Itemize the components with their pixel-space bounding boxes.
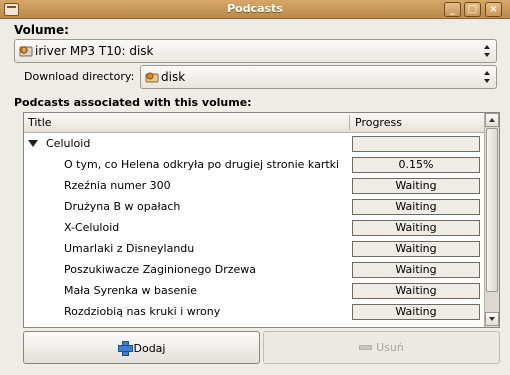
podcast-title: O tym, co Helena odkryła po drugiej stro…	[64, 158, 340, 171]
table-row[interactable]: O tym, co Helena odkryła po drugiej stro…	[24, 155, 484, 176]
remove-button-label: Usuń	[376, 341, 404, 354]
vertical-scrollbar[interactable]	[484, 113, 499, 327]
podcast-title: Drużyna B w opałach	[64, 200, 181, 213]
column-header-title[interactable]: Title	[28, 116, 52, 129]
podcast-title: Rozdziobią nas kruki i wrony	[64, 305, 221, 318]
scroll-down-arrow-icon[interactable]	[485, 312, 499, 326]
combo-arrows-icon	[484, 45, 490, 57]
podcast-progress: Waiting	[352, 220, 480, 236]
podcast-progress: Waiting	[352, 283, 480, 299]
close-button[interactable]: ×	[485, 2, 502, 17]
device-drive-icon: !	[19, 46, 33, 57]
volume-value: iriver MP3 T10: disk	[35, 44, 154, 58]
download-directory-combo[interactable]: disk	[140, 65, 497, 89]
group-name: Celuloid	[46, 137, 91, 150]
table-row[interactable]: Rozdziobią nas kruki i wrony Waiting	[24, 302, 484, 323]
table-row[interactable]: Rzeźnia numer 300 Waiting	[24, 176, 484, 197]
tree-group-row[interactable]: Celuloid	[24, 134, 484, 155]
add-icon	[117, 341, 133, 356]
scroll-up-arrow-icon[interactable]	[485, 113, 499, 127]
download-directory-value: disk	[161, 70, 186, 84]
minimize-button[interactable]: _	[444, 2, 461, 17]
podcast-progress: Waiting	[352, 178, 480, 194]
table-row[interactable]: Umarlaki z Disneylandu Waiting	[24, 239, 484, 260]
title-bar[interactable]: Podcasts _ □ ×	[0, 0, 510, 19]
remove-button[interactable]: Usuń	[263, 331, 500, 364]
podcast-progress: Waiting	[352, 304, 480, 320]
window-title: Podcasts	[227, 2, 283, 15]
svg-text:!: !	[23, 48, 25, 54]
podcast-title: Umarlaki z Disneylandu	[64, 242, 195, 255]
table-row[interactable]: Mała Syrenka w basenie Waiting	[24, 281, 484, 302]
add-button[interactable]: Dodaj	[23, 331, 260, 364]
table-row[interactable]: Poszukiwacze Zaginionego Drzewa Waiting	[24, 260, 484, 281]
podcast-progress: 0.15%	[352, 157, 480, 173]
podcast-title: X-Celuloid	[64, 221, 120, 234]
tree-header: Title Progress	[24, 113, 484, 133]
podcast-progress: Waiting	[352, 199, 480, 215]
maximize-button[interactable]: □	[464, 2, 481, 17]
podcast-progress: Waiting	[352, 241, 480, 257]
group-progress	[352, 136, 480, 152]
scrollbar-thumb[interactable]	[486, 128, 498, 292]
add-button-label: Dodaj	[133, 342, 166, 355]
expander-open-icon[interactable]	[28, 140, 38, 147]
table-row[interactable]: X-Celuloid Waiting	[24, 218, 484, 239]
podcast-title: Poszukiwacze Zaginionego Drzewa	[64, 263, 256, 276]
remove-icon	[359, 345, 373, 350]
volume-label: Volume:	[14, 23, 69, 37]
download-directory-label: Download directory:	[24, 70, 135, 83]
volume-combo[interactable]: ! iriver MP3 T10: disk	[14, 39, 497, 63]
podcast-progress: Waiting	[352, 262, 480, 278]
podcasts-tree[interactable]: Title Progress Celuloid O tym, co Helena…	[23, 112, 500, 328]
combo-arrows-icon	[484, 71, 490, 83]
table-row[interactable]: Drużyna B w opałach Waiting	[24, 197, 484, 218]
folder-drive-icon	[145, 72, 159, 83]
podcast-title: Rzeźnia numer 300	[64, 179, 171, 192]
podcast-title: Mała Syrenka w basenie	[64, 284, 198, 297]
podcasts-section-label: Podcasts associated with this volume:	[14, 96, 252, 109]
column-header-progress[interactable]: Progress	[355, 116, 402, 129]
column-separator	[349, 115, 350, 130]
